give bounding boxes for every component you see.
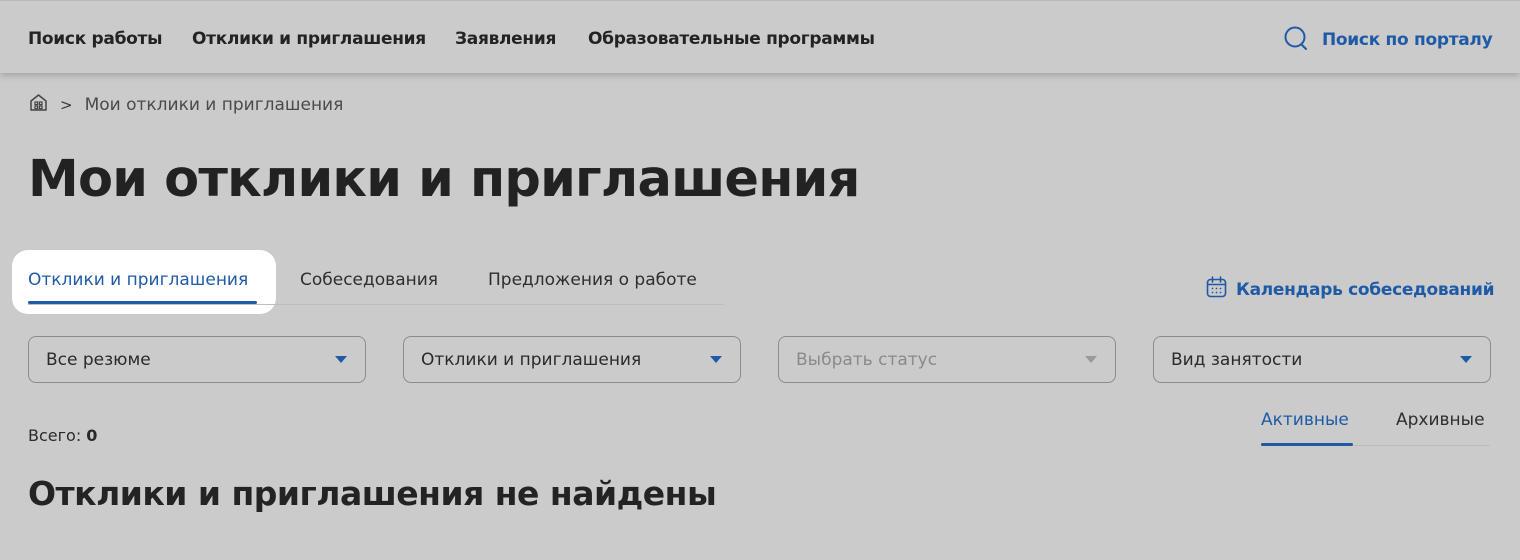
status-subtabs: Активные Архивные — [1261, 410, 1490, 447]
search-icon — [1284, 26, 1309, 55]
nav-item-job-search[interactable]: Поиск работы — [28, 29, 162, 49]
employment-filter-select[interactable]: Вид занятости — [1153, 336, 1491, 383]
nav-item-education[interactable]: Образовательные программы — [588, 29, 875, 49]
total-count: Всего: 0 — [28, 426, 97, 445]
nav-item-applications[interactable]: Заявления — [455, 29, 556, 49]
status-filter-value: Выбрать статус — [796, 349, 938, 370]
subtab-active[interactable]: Активные — [1261, 410, 1349, 430]
tab-active-indicator — [28, 301, 257, 304]
total-value: 0 — [86, 426, 98, 445]
page-title: Мои отклики и приглашения — [28, 150, 860, 209]
breadcrumb-separator: > — [60, 96, 73, 114]
tabs-divider — [28, 304, 724, 305]
type-filter-select[interactable]: Отклики и приглашения — [403, 336, 741, 383]
resume-filter-select[interactable]: Все резюме — [28, 336, 366, 383]
chevron-down-icon — [335, 356, 347, 363]
chevron-down-icon — [710, 356, 722, 363]
resume-filter-value: Все резюме — [46, 349, 151, 370]
tab-responses[interactable]: Отклики и приглашения — [28, 270, 248, 290]
calendar-link-label: Календарь собеседований — [1236, 279, 1495, 300]
subtab-active-indicator — [1261, 443, 1353, 446]
nav-item-responses[interactable]: Отклики и приглашения — [192, 29, 426, 49]
type-filter-value: Отклики и приглашения — [421, 349, 642, 370]
subtab-archived[interactable]: Архивные — [1396, 410, 1485, 430]
employment-filter-value: Вид занятости — [1171, 349, 1303, 370]
calendar-icon — [1206, 276, 1227, 303]
home-icon[interactable] — [29, 93, 48, 117]
portal-search-label: Поиск по порталу — [1322, 30, 1493, 50]
top-navigation: Поиск работы Отклики и приглашения Заявл… — [0, 0, 1520, 73]
total-label: Всего: — [28, 426, 82, 445]
chevron-down-icon — [1460, 356, 1472, 363]
tab-job-offers[interactable]: Предложения о работе — [488, 270, 697, 290]
portal-search-button[interactable]: Поиск по порталу — [1284, 26, 1493, 55]
interview-calendar-link[interactable]: Календарь собеседований — [1206, 276, 1495, 303]
tab-interviews[interactable]: Собеседования — [300, 270, 438, 290]
breadcrumb: > Мои отклики и приглашения — [29, 93, 343, 117]
status-filter-select[interactable]: Выбрать статус — [778, 336, 1116, 383]
chevron-down-icon — [1085, 356, 1097, 363]
tabs-bar: Отклики и приглашения Собеседования Пред… — [12, 250, 724, 314]
empty-state-message: Отклики и приглашения не найдены — [28, 474, 717, 513]
breadcrumb-current: Мои отклики и приглашения — [84, 95, 344, 115]
